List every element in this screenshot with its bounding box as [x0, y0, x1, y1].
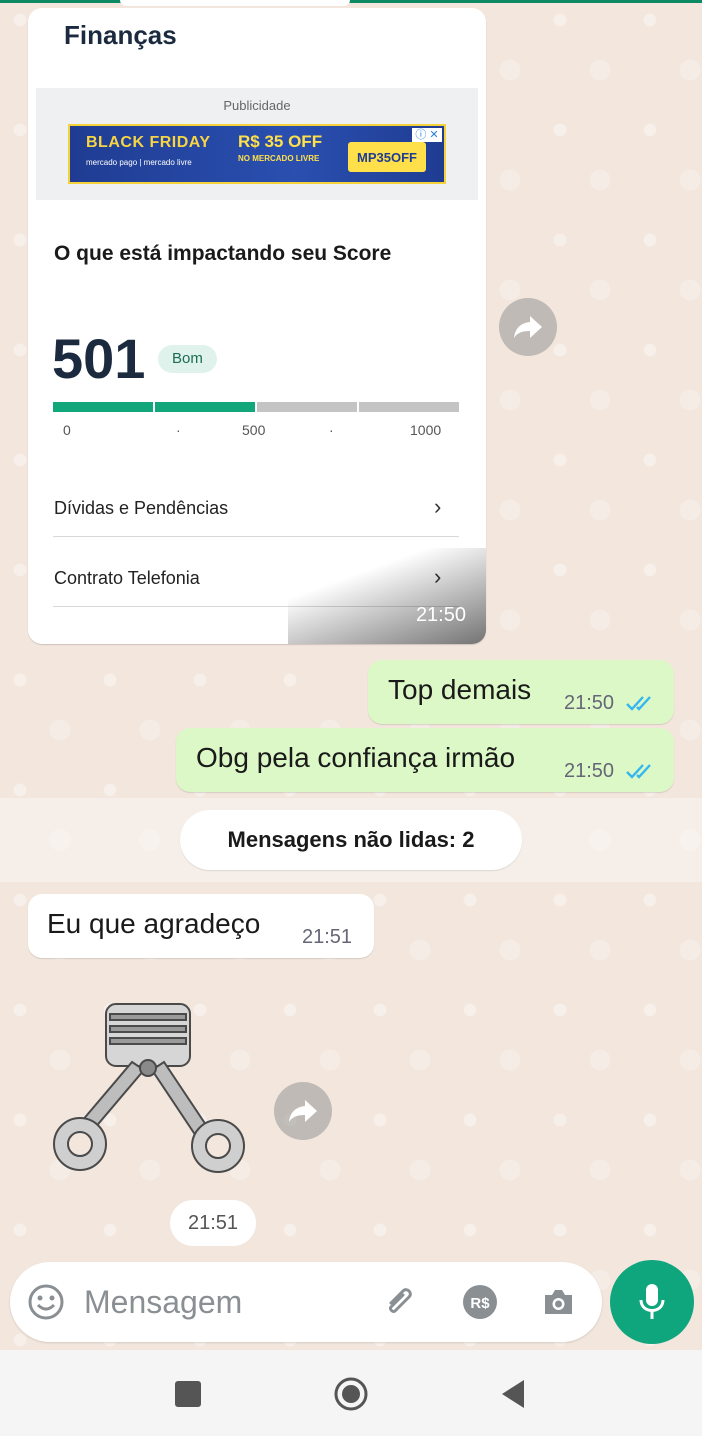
score-bar	[53, 402, 459, 412]
home-icon[interactable]	[332, 1375, 370, 1413]
unread-messages-label: Mensagens não lidas: 2	[180, 810, 522, 870]
forward-icon	[514, 316, 542, 338]
message-text: Obg pela confiança irmão	[196, 742, 516, 773]
ad-coupon-code: MP35OFF	[357, 149, 417, 165]
row-dividas: Dívidas e Pendências	[54, 498, 229, 518]
attach-icon[interactable]	[380, 1282, 420, 1322]
mic-icon	[639, 1284, 665, 1319]
score-tick-500: 500	[242, 422, 266, 438]
camera-icon[interactable]	[538, 1282, 578, 1322]
message-text: Eu que agradeço	[47, 908, 261, 939]
message-time: 21:50	[564, 760, 615, 782]
message-time: 21:51	[302, 926, 353, 948]
forward-button[interactable]	[499, 298, 557, 356]
ad-container: Publicidade BLACK FRIDAY mercado pago | …	[36, 88, 478, 200]
ad-banner[interactable]: BLACK FRIDAY mercado pago | mercado livr…	[68, 124, 446, 184]
message-time: 21:50	[564, 692, 615, 714]
outgoing-message[interactable]: Obg pela confiança irmão 21:50	[176, 728, 674, 792]
outgoing-message[interactable]: Top demais 21:50	[368, 660, 674, 724]
ad-subline: NO MERCADO LIVRE	[238, 154, 320, 163]
chevron-right-icon: ›	[434, 494, 442, 519]
svg-text:R$: R$	[470, 1295, 490, 1312]
score-tick-0: 0	[63, 422, 71, 438]
read-ticks-icon	[626, 696, 651, 711]
row-divider	[53, 536, 459, 537]
image-time-shade	[288, 548, 486, 644]
message-composer: R$	[10, 1262, 602, 1342]
score-bar-segment-4	[359, 402, 459, 412]
score-tick-1000: 1000	[410, 422, 442, 438]
emoji-icon[interactable]	[26, 1282, 66, 1322]
ad-logos: mercado pago | mercado livre	[86, 158, 192, 167]
payment-icon[interactable]: R$	[460, 1282, 500, 1322]
mic-button[interactable]	[610, 1260, 694, 1344]
forward-icon	[289, 1100, 317, 1122]
incoming-message[interactable]: Eu que agradeço 21:51	[28, 894, 374, 958]
image-message[interactable]: Finanças Publicidade BLACK FRIDAY mercad…	[28, 8, 486, 644]
score-bar-segment-1	[53, 402, 153, 412]
back-icon[interactable]	[498, 1378, 528, 1410]
read-ticks-icon	[626, 764, 651, 779]
forward-button[interactable]	[274, 1082, 332, 1140]
top-status-line	[0, 0, 702, 3]
ad-offer: R$ 35 OFF	[238, 132, 323, 151]
message-input[interactable]	[84, 1280, 364, 1324]
score-bar-segment-3	[257, 402, 357, 412]
ad-close-icon[interactable]: ⓘ ✕	[412, 128, 442, 142]
row-contrato: Contrato Telefonia	[54, 568, 200, 588]
ad-label: Publicidade	[223, 98, 291, 113]
piston-sticker[interactable]	[36, 996, 256, 1186]
ad-headline: BLACK FRIDAY	[86, 134, 211, 151]
app-title: Finanças	[64, 20, 177, 50]
message-time: 21:50	[415, 604, 466, 626]
message-text: Top demais	[388, 674, 532, 705]
score-heading: O que está impactando seu Score	[54, 242, 392, 265]
sticker-time: 21:51	[170, 1200, 256, 1246]
score-bar-segment-2	[155, 402, 255, 412]
system-nav-bar	[0, 1350, 702, 1436]
recents-icon[interactable]	[175, 1381, 201, 1407]
score-rating-badge: Bom	[158, 345, 217, 373]
previous-bubble-edge	[120, 0, 350, 6]
ad-coupon: MP35OFF	[348, 142, 426, 172]
score-value: 501	[52, 327, 146, 390]
score-tick-dot-1: ·	[176, 422, 181, 438]
score-tick-dot-2: ·	[329, 422, 334, 438]
